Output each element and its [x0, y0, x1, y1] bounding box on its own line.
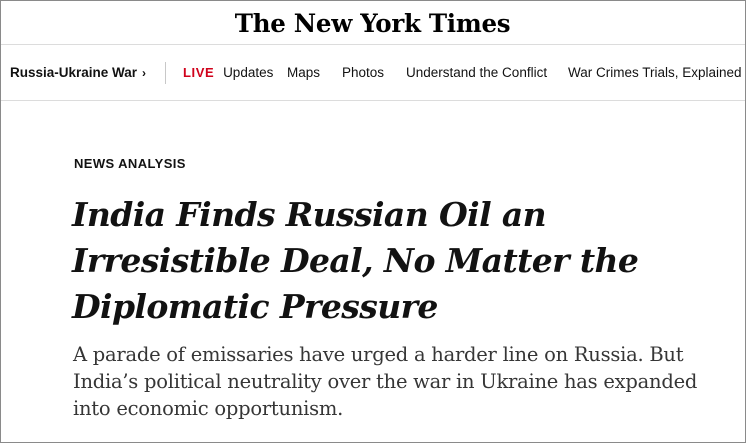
page-frame: The New York Times Russia-Ukraine War › … [0, 0, 746, 443]
section-link-russia-ukraine-war[interactable]: Russia-Ukraine War › [10, 65, 146, 80]
nav-divider-bottom [1, 100, 745, 101]
nav-item-live-updates[interactable]: LIVE Updates [183, 45, 273, 100]
nav-item-photos[interactable]: Photos [342, 45, 384, 100]
nav-item-maps[interactable]: Maps [287, 45, 320, 100]
masthead: The New York Times [1, 1, 745, 43]
nav-divider [165, 62, 166, 84]
nav-item-label: Updates [223, 65, 274, 80]
live-badge: LIVE [183, 65, 215, 80]
section-link-label: Russia-Ukraine War [10, 65, 138, 80]
nyt-logo[interactable]: The New York Times [235, 9, 511, 38]
nav-item-war-crimes-trials[interactable]: War Crimes Trials, Explained [568, 45, 742, 100]
nav-item-understand-the-conflict[interactable]: Understand the Conflict [406, 45, 547, 100]
section-nav: Russia-Ukraine War › LIVE Updates Maps P… [1, 45, 745, 100]
chevron-right-icon: › [142, 65, 147, 80]
article-kicker: NEWS ANALYSIS [74, 156, 186, 171]
article-summary: A parade of emissaries have urged a hard… [73, 343, 698, 420]
article-headline: India Finds Russian Oil an Irresistible … [72, 195, 639, 326]
